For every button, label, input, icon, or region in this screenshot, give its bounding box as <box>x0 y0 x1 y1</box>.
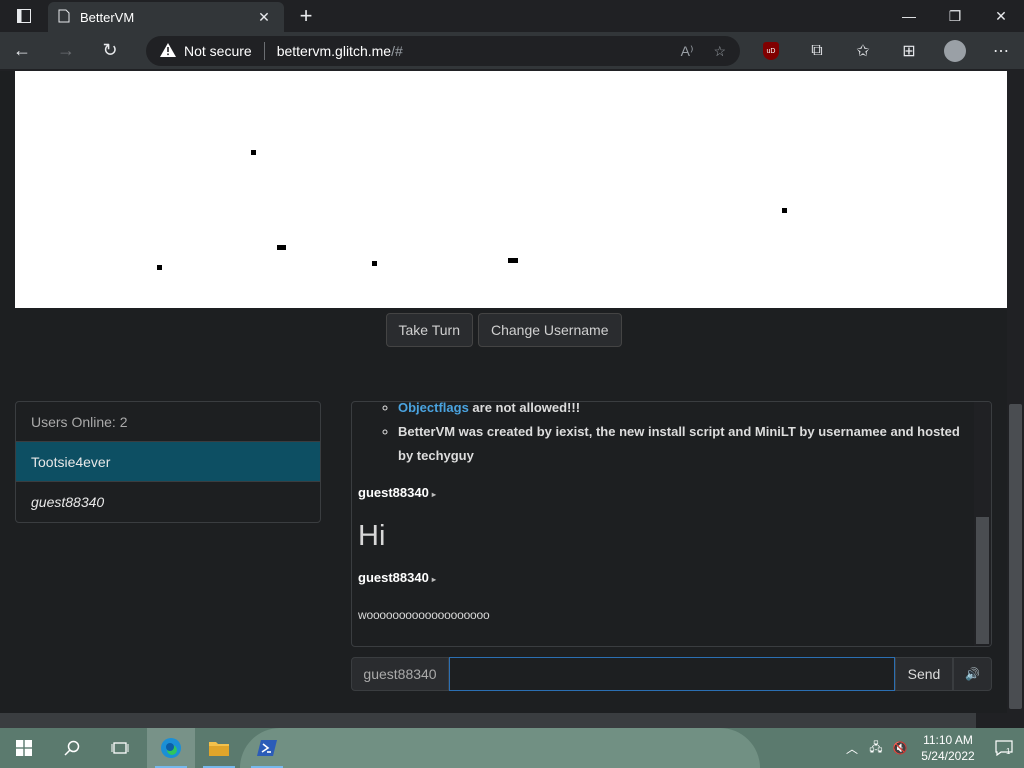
add-favorite-icon[interactable]: ☆ <box>713 43 726 60</box>
chat-message-input[interactable] <box>449 657 895 691</box>
chat-scrollbar[interactable] <box>974 402 991 646</box>
taskbar: ︿ 🖧 🔇 11:10 AM 5/24/2022 1 <box>0 728 1024 768</box>
caret-right-icon: ▸ <box>431 575 436 584</box>
search-icon[interactable] <box>48 728 96 768</box>
page-content: Take Turn Change Username Users Online: … <box>0 71 1024 713</box>
send-button[interactable]: Send <box>895 657 953 691</box>
vm-screen[interactable] <box>15 71 1007 308</box>
security-label: Not secure <box>184 43 252 59</box>
profile-avatar-icon[interactable] <box>944 40 966 62</box>
vm-pixel <box>277 245 286 250</box>
user-list-item[interactable]: guest88340 <box>16 482 320 522</box>
window-close-icon[interactable]: ✕ <box>978 0 1024 32</box>
users-online-header: Users Online: 2 <box>16 402 320 442</box>
network-icon[interactable]: 🖧 <box>864 738 888 759</box>
edge-taskbar-icon[interactable] <box>147 728 195 768</box>
tab-actions-icon[interactable] <box>0 0 48 32</box>
vm-pixel <box>157 265 162 270</box>
horizontal-scrollbar[interactable] <box>0 713 1024 728</box>
browser-tab[interactable]: BetterVM ✕ <box>48 2 284 32</box>
volume-icon[interactable]: 🔊 <box>953 657 992 691</box>
task-view-icon[interactable] <box>96 728 144 768</box>
chat-scroll-thumb[interactable] <box>976 517 989 644</box>
browser-toolbar: ← → ↻ Not secure bettervm.glitch.me/# A⁾… <box>0 32 1024 70</box>
volume-muted-icon[interactable]: 🔇 <box>888 741 912 755</box>
chat-username-addon: guest88340 <box>351 657 449 691</box>
new-tab-icon[interactable]: + <box>288 0 324 32</box>
rules-list: Objectflags are not allowed!!! BetterVM … <box>398 402 970 468</box>
collections-icon[interactable]: ⊞ <box>886 32 932 70</box>
user-list-item[interactable]: Tootsie4ever <box>16 442 320 482</box>
rule-item: Objectflags are not allowed!!! <box>398 402 970 420</box>
vm-controls: Take Turn Change Username <box>0 313 1007 347</box>
change-username-button[interactable]: Change Username <box>477 313 622 347</box>
vm-pixel <box>508 258 518 263</box>
rule-item: BetterVM was created by iexist, the new … <box>398 420 970 468</box>
powershell-icon[interactable] <box>243 728 291 768</box>
chat-message: Hi <box>358 520 386 552</box>
chat-username[interactable]: guest88340 ▸ <box>358 570 970 585</box>
rule-link[interactable]: Objectflags <box>398 402 469 415</box>
refresh-icon[interactable]: ↻ <box>88 32 132 70</box>
more-menu-icon[interactable]: ⋯ <box>978 32 1024 70</box>
chat-input-row: guest88340 Send 🔊 <box>351 657 992 691</box>
take-turn-button[interactable]: Take Turn <box>385 313 473 347</box>
warning-icon <box>160 42 176 60</box>
minimize-icon[interactable]: — <box>886 0 932 32</box>
clock-time: 11:10 AM <box>923 733 973 747</box>
read-aloud-icon[interactable]: A⁾ <box>681 43 694 60</box>
clock[interactable]: 11:10 AM 5/24/2022 <box>912 732 984 764</box>
ublock-icon[interactable]: uD <box>763 42 779 60</box>
wallpaper-peek <box>240 728 760 768</box>
vm-pixel <box>372 261 377 266</box>
chevron-up-icon[interactable]: ︿ <box>840 740 864 757</box>
url-text: bettervm.glitch.me/# <box>276 43 403 59</box>
extensions-icon[interactable]: ⧉ <box>794 32 840 70</box>
page-scrollbar[interactable] <box>1007 71 1024 713</box>
caret-right-icon: ▸ <box>431 490 436 499</box>
notification-center-icon[interactable]: 1 <box>984 740 1024 756</box>
address-bar[interactable]: Not secure bettervm.glitch.me/# A⁾ ☆ <box>146 36 740 66</box>
system-tray: ︿ 🖧 🔇 11:10 AM 5/24/2022 1 <box>840 728 1024 768</box>
svg-text:1: 1 <box>1006 747 1011 756</box>
tab-bar: BetterVM ✕ + — ❐ ✕ <box>0 0 1024 32</box>
clock-date: 5/24/2022 <box>921 749 975 763</box>
tab-title: BetterVM <box>80 9 135 25</box>
chat-username[interactable]: guest88340 ▸ <box>358 485 970 500</box>
users-panel: Users Online: 2 Tootsie4ever guest88340 <box>15 401 321 523</box>
address-divider <box>263 42 265 60</box>
favorites-icon[interactable]: ✩ <box>840 32 886 70</box>
vm-pixel <box>782 208 787 213</box>
page-icon <box>58 9 70 26</box>
forward-icon[interactable]: → <box>44 32 88 70</box>
page-scroll-thumb[interactable] <box>1009 404 1022 709</box>
close-tab-icon[interactable]: ✕ <box>254 7 274 27</box>
restore-icon[interactable]: ❐ <box>932 0 978 32</box>
chat-message: wooooooooooooooooooo <box>358 608 490 622</box>
chat-panel[interactable]: Objectflags are not allowed!!! BetterVM … <box>351 401 992 647</box>
file-explorer-icon[interactable] <box>195 728 243 768</box>
back-icon[interactable]: ← <box>0 32 44 70</box>
start-icon[interactable] <box>0 728 48 768</box>
vm-pixel <box>251 150 256 155</box>
